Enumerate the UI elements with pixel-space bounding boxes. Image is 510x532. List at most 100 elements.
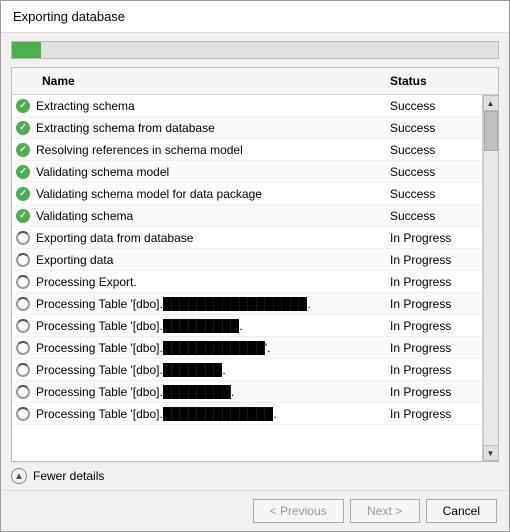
row-name: Exporting data — [34, 251, 382, 269]
success-icon: ✓ — [16, 143, 30, 157]
table-header: Name Status — [12, 68, 498, 95]
progress-icon — [16, 275, 30, 289]
scrollbar-track[interactable] — [483, 111, 498, 445]
dialog-title: Exporting database — [1, 1, 509, 33]
table-row: ✓ Validating schema Success — [12, 205, 482, 227]
row-icon: ✓ — [12, 187, 34, 201]
table-row: Processing Table '[dbo].████████. In Pro… — [12, 381, 482, 403]
row-name: Processing Table '[dbo].█████████████. — [34, 405, 382, 423]
progress-icon — [16, 253, 30, 267]
success-icon: ✓ — [16, 121, 30, 135]
progress-icon — [16, 385, 30, 399]
row-status: Success — [382, 185, 482, 203]
row-name: Processing Table '[dbo].█████████. — [34, 317, 382, 335]
cancel-button[interactable]: Cancel — [426, 499, 497, 523]
progress-icon — [16, 231, 30, 245]
fewer-details-label: Fewer details — [33, 469, 104, 483]
table-row: ✓ Validating schema model Success — [12, 161, 482, 183]
row-status: In Progress — [382, 273, 482, 291]
scrollbar-thumb[interactable] — [484, 111, 498, 151]
progress-icon — [16, 407, 30, 421]
row-status: Success — [382, 97, 482, 115]
scrollbar-up-arrow[interactable]: ▲ — [483, 95, 499, 111]
row-icon — [12, 363, 34, 377]
col-scroll-spacer — [482, 72, 498, 90]
row-icon: ✓ — [12, 121, 34, 135]
redacted-table-name: ████████ — [163, 385, 231, 399]
table-row: ✓ Validating schema model for data packa… — [12, 183, 482, 205]
redacted-table-name: ████████████ — [163, 341, 265, 355]
row-name: Extracting schema from database — [34, 119, 382, 137]
table-row: Exporting data from database In Progress — [12, 227, 482, 249]
scrollbar-down-arrow[interactable]: ▼ — [483, 445, 499, 461]
row-status: In Progress — [382, 229, 482, 247]
table-row: Processing Table '[dbo].████████████'. I… — [12, 337, 482, 359]
row-name: Resolving references in schema model — [34, 141, 382, 159]
row-icon — [12, 297, 34, 311]
row-status: In Progress — [382, 383, 482, 401]
table-rows-area: ✓ Extracting schema Success ✓ Extracting… — [12, 95, 482, 461]
row-status: In Progress — [382, 405, 482, 423]
progress-icon — [16, 297, 30, 311]
row-icon — [12, 385, 34, 399]
fewer-details-button[interactable]: ▲ Fewer details — [1, 462, 509, 490]
table-row: Exporting data In Progress — [12, 249, 482, 271]
row-name: Processing Table '[dbo].███████. — [34, 361, 382, 379]
col-name-header: Name — [34, 72, 382, 90]
success-icon: ✓ — [16, 187, 30, 201]
row-icon — [12, 407, 34, 421]
table-row: Processing Table '[dbo].███████. In Prog… — [12, 359, 482, 381]
row-icon — [12, 341, 34, 355]
redacted-table-name: █████████████ — [163, 407, 274, 421]
redacted-table-name: ███████ — [163, 363, 223, 377]
success-icon: ✓ — [16, 99, 30, 113]
row-name: Processing Export. — [34, 273, 382, 291]
progress-icon — [16, 319, 30, 333]
row-status: Success — [382, 119, 482, 137]
row-name: Processing Table '[dbo].████████████'. — [34, 339, 382, 357]
row-name: Validating schema — [34, 207, 382, 225]
row-icon — [12, 319, 34, 333]
row-name: Processing Table '[dbo].████████████████… — [34, 295, 382, 313]
next-button[interactable]: Next > — [350, 499, 420, 523]
table-row: ✓ Extracting schema Success — [12, 95, 482, 117]
row-name: Extracting schema — [34, 97, 382, 115]
row-icon — [12, 253, 34, 267]
row-name: Processing Table '[dbo].████████. — [34, 383, 382, 401]
table-row: Processing Table '[dbo].█████████. In Pr… — [12, 315, 482, 337]
row-status: In Progress — [382, 317, 482, 335]
table-row: Processing Table '[dbo].████████████████… — [12, 293, 482, 315]
progress-icon — [16, 341, 30, 355]
row-status: In Progress — [382, 251, 482, 269]
row-icon: ✓ — [12, 209, 34, 223]
table-row: Processing Table '[dbo].█████████████. I… — [12, 403, 482, 425]
success-icon: ✓ — [16, 209, 30, 223]
table-row: ✓ Resolving references in schema model S… — [12, 139, 482, 161]
progress-icon — [16, 363, 30, 377]
redacted-table-name: █████████████████ — [163, 297, 308, 311]
row-icon — [12, 231, 34, 245]
fewer-details-icon: ▲ — [11, 468, 27, 484]
row-status: Success — [382, 141, 482, 159]
progress-bar-fill — [12, 42, 41, 58]
success-icon: ✓ — [16, 165, 30, 179]
row-icon: ✓ — [12, 143, 34, 157]
table-area: Name Status ✓ Extracting schema Success … — [11, 67, 499, 462]
previous-button[interactable]: < Previous — [253, 499, 344, 523]
row-status: In Progress — [382, 339, 482, 357]
scrollbar[interactable]: ▲ ▼ — [482, 95, 498, 461]
col-status-header: Status — [382, 72, 482, 90]
row-status: In Progress — [382, 295, 482, 313]
row-icon — [12, 275, 34, 289]
table-row: Processing Export. In Progress — [12, 271, 482, 293]
row-name: Exporting data from database — [34, 229, 382, 247]
row-icon: ✓ — [12, 165, 34, 179]
table-row: ✓ Extracting schema from database Succes… — [12, 117, 482, 139]
row-name: Validating schema model for data package — [34, 185, 382, 203]
dialog-footer: < Previous Next > Cancel — [1, 490, 509, 531]
row-status: Success — [382, 163, 482, 181]
table-wrapper: ✓ Extracting schema Success ✓ Extracting… — [12, 95, 498, 461]
row-status: In Progress — [382, 361, 482, 379]
row-status: Success — [382, 207, 482, 225]
row-name: Validating schema model — [34, 163, 382, 181]
